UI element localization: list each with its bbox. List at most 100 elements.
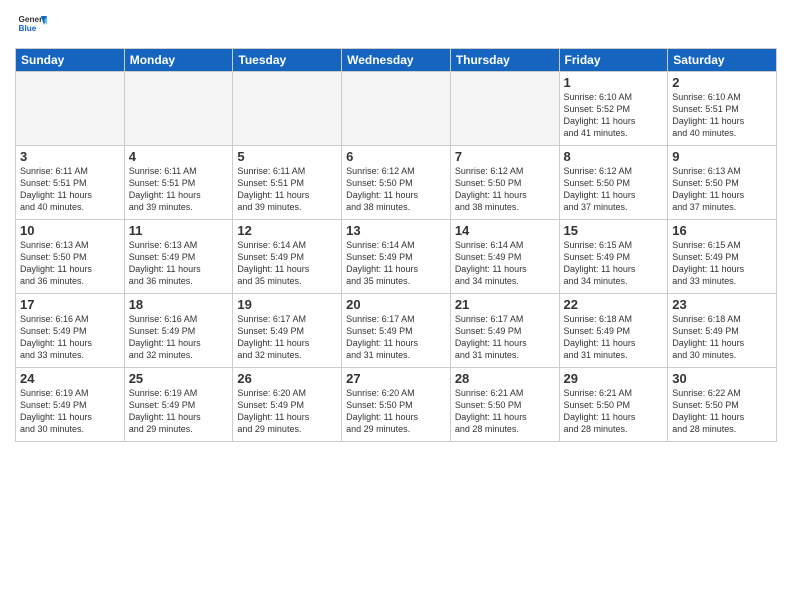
column-header-tuesday: Tuesday bbox=[233, 49, 342, 72]
calendar-cell: 17Sunrise: 6:16 AM Sunset: 5:49 PM Dayli… bbox=[16, 294, 125, 368]
calendar-week-1: 1Sunrise: 6:10 AM Sunset: 5:52 PM Daylig… bbox=[16, 72, 777, 146]
day-number: 10 bbox=[20, 223, 120, 238]
calendar-cell bbox=[233, 72, 342, 146]
calendar-week-2: 3Sunrise: 6:11 AM Sunset: 5:51 PM Daylig… bbox=[16, 146, 777, 220]
calendar-cell: 14Sunrise: 6:14 AM Sunset: 5:49 PM Dayli… bbox=[450, 220, 559, 294]
calendar-cell bbox=[124, 72, 233, 146]
calendar-cell: 1Sunrise: 6:10 AM Sunset: 5:52 PM Daylig… bbox=[559, 72, 668, 146]
calendar-cell: 28Sunrise: 6:21 AM Sunset: 5:50 PM Dayli… bbox=[450, 368, 559, 442]
day-number: 27 bbox=[346, 371, 446, 386]
cell-details: Sunrise: 6:14 AM Sunset: 5:49 PM Dayligh… bbox=[237, 239, 337, 288]
logo: General Blue bbox=[15, 10, 47, 40]
day-number: 11 bbox=[129, 223, 229, 238]
calendar-cell: 2Sunrise: 6:10 AM Sunset: 5:51 PM Daylig… bbox=[668, 72, 777, 146]
day-number: 13 bbox=[346, 223, 446, 238]
day-number: 16 bbox=[672, 223, 772, 238]
cell-details: Sunrise: 6:16 AM Sunset: 5:49 PM Dayligh… bbox=[20, 313, 120, 362]
day-number: 2 bbox=[672, 75, 772, 90]
cell-details: Sunrise: 6:19 AM Sunset: 5:49 PM Dayligh… bbox=[129, 387, 229, 436]
day-number: 26 bbox=[237, 371, 337, 386]
calendar-cell: 5Sunrise: 6:11 AM Sunset: 5:51 PM Daylig… bbox=[233, 146, 342, 220]
cell-details: Sunrise: 6:17 AM Sunset: 5:49 PM Dayligh… bbox=[237, 313, 337, 362]
column-header-sunday: Sunday bbox=[16, 49, 125, 72]
cell-details: Sunrise: 6:11 AM Sunset: 5:51 PM Dayligh… bbox=[20, 165, 120, 214]
day-number: 19 bbox=[237, 297, 337, 312]
day-number: 12 bbox=[237, 223, 337, 238]
page: General Blue SundayMondayTuesdayWednesda… bbox=[0, 0, 792, 612]
cell-details: Sunrise: 6:16 AM Sunset: 5:49 PM Dayligh… bbox=[129, 313, 229, 362]
calendar-cell: 27Sunrise: 6:20 AM Sunset: 5:50 PM Dayli… bbox=[342, 368, 451, 442]
cell-details: Sunrise: 6:13 AM Sunset: 5:49 PM Dayligh… bbox=[129, 239, 229, 288]
day-number: 3 bbox=[20, 149, 120, 164]
cell-details: Sunrise: 6:12 AM Sunset: 5:50 PM Dayligh… bbox=[455, 165, 555, 214]
calendar-cell: 9Sunrise: 6:13 AM Sunset: 5:50 PM Daylig… bbox=[668, 146, 777, 220]
cell-details: Sunrise: 6:10 AM Sunset: 5:52 PM Dayligh… bbox=[564, 91, 664, 140]
cell-details: Sunrise: 6:22 AM Sunset: 5:50 PM Dayligh… bbox=[672, 387, 772, 436]
day-number: 1 bbox=[564, 75, 664, 90]
calendar-week-5: 24Sunrise: 6:19 AM Sunset: 5:49 PM Dayli… bbox=[16, 368, 777, 442]
calendar-cell bbox=[342, 72, 451, 146]
calendar-cell bbox=[16, 72, 125, 146]
calendar-cell: 26Sunrise: 6:20 AM Sunset: 5:49 PM Dayli… bbox=[233, 368, 342, 442]
cell-details: Sunrise: 6:14 AM Sunset: 5:49 PM Dayligh… bbox=[346, 239, 446, 288]
column-header-friday: Friday bbox=[559, 49, 668, 72]
day-number: 7 bbox=[455, 149, 555, 164]
svg-text:Blue: Blue bbox=[19, 24, 37, 33]
cell-details: Sunrise: 6:13 AM Sunset: 5:50 PM Dayligh… bbox=[672, 165, 772, 214]
cell-details: Sunrise: 6:21 AM Sunset: 5:50 PM Dayligh… bbox=[564, 387, 664, 436]
cell-details: Sunrise: 6:12 AM Sunset: 5:50 PM Dayligh… bbox=[564, 165, 664, 214]
calendar-cell: 11Sunrise: 6:13 AM Sunset: 5:49 PM Dayli… bbox=[124, 220, 233, 294]
column-header-saturday: Saturday bbox=[668, 49, 777, 72]
day-number: 18 bbox=[129, 297, 229, 312]
calendar-cell bbox=[450, 72, 559, 146]
day-number: 28 bbox=[455, 371, 555, 386]
calendar-cell: 29Sunrise: 6:21 AM Sunset: 5:50 PM Dayli… bbox=[559, 368, 668, 442]
calendar-week-4: 17Sunrise: 6:16 AM Sunset: 5:49 PM Dayli… bbox=[16, 294, 777, 368]
cell-details: Sunrise: 6:10 AM Sunset: 5:51 PM Dayligh… bbox=[672, 91, 772, 140]
cell-details: Sunrise: 6:19 AM Sunset: 5:49 PM Dayligh… bbox=[20, 387, 120, 436]
cell-details: Sunrise: 6:20 AM Sunset: 5:50 PM Dayligh… bbox=[346, 387, 446, 436]
day-number: 15 bbox=[564, 223, 664, 238]
calendar-week-3: 10Sunrise: 6:13 AM Sunset: 5:50 PM Dayli… bbox=[16, 220, 777, 294]
day-number: 14 bbox=[455, 223, 555, 238]
day-number: 9 bbox=[672, 149, 772, 164]
calendar-cell: 22Sunrise: 6:18 AM Sunset: 5:49 PM Dayli… bbox=[559, 294, 668, 368]
day-number: 24 bbox=[20, 371, 120, 386]
calendar-cell: 30Sunrise: 6:22 AM Sunset: 5:50 PM Dayli… bbox=[668, 368, 777, 442]
day-number: 20 bbox=[346, 297, 446, 312]
cell-details: Sunrise: 6:15 AM Sunset: 5:49 PM Dayligh… bbox=[672, 239, 772, 288]
cell-details: Sunrise: 6:21 AM Sunset: 5:50 PM Dayligh… bbox=[455, 387, 555, 436]
calendar-cell: 4Sunrise: 6:11 AM Sunset: 5:51 PM Daylig… bbox=[124, 146, 233, 220]
cell-details: Sunrise: 6:15 AM Sunset: 5:49 PM Dayligh… bbox=[564, 239, 664, 288]
day-number: 22 bbox=[564, 297, 664, 312]
header: General Blue bbox=[15, 10, 777, 40]
calendar-cell: 19Sunrise: 6:17 AM Sunset: 5:49 PM Dayli… bbox=[233, 294, 342, 368]
cell-details: Sunrise: 6:20 AM Sunset: 5:49 PM Dayligh… bbox=[237, 387, 337, 436]
logo-icon: General Blue bbox=[17, 10, 47, 40]
calendar-cell: 15Sunrise: 6:15 AM Sunset: 5:49 PM Dayli… bbox=[559, 220, 668, 294]
cell-details: Sunrise: 6:18 AM Sunset: 5:49 PM Dayligh… bbox=[672, 313, 772, 362]
calendar-cell: 16Sunrise: 6:15 AM Sunset: 5:49 PM Dayli… bbox=[668, 220, 777, 294]
calendar-table: SundayMondayTuesdayWednesdayThursdayFrid… bbox=[15, 48, 777, 442]
day-number: 21 bbox=[455, 297, 555, 312]
calendar-cell: 10Sunrise: 6:13 AM Sunset: 5:50 PM Dayli… bbox=[16, 220, 125, 294]
calendar-cell: 7Sunrise: 6:12 AM Sunset: 5:50 PM Daylig… bbox=[450, 146, 559, 220]
calendar-cell: 3Sunrise: 6:11 AM Sunset: 5:51 PM Daylig… bbox=[16, 146, 125, 220]
calendar-cell: 6Sunrise: 6:12 AM Sunset: 5:50 PM Daylig… bbox=[342, 146, 451, 220]
day-number: 6 bbox=[346, 149, 446, 164]
calendar-cell: 8Sunrise: 6:12 AM Sunset: 5:50 PM Daylig… bbox=[559, 146, 668, 220]
calendar-cell: 20Sunrise: 6:17 AM Sunset: 5:49 PM Dayli… bbox=[342, 294, 451, 368]
calendar-cell: 23Sunrise: 6:18 AM Sunset: 5:49 PM Dayli… bbox=[668, 294, 777, 368]
calendar-cell: 13Sunrise: 6:14 AM Sunset: 5:49 PM Dayli… bbox=[342, 220, 451, 294]
day-number: 17 bbox=[20, 297, 120, 312]
cell-details: Sunrise: 6:11 AM Sunset: 5:51 PM Dayligh… bbox=[129, 165, 229, 214]
column-header-thursday: Thursday bbox=[450, 49, 559, 72]
cell-details: Sunrise: 6:11 AM Sunset: 5:51 PM Dayligh… bbox=[237, 165, 337, 214]
calendar-cell: 25Sunrise: 6:19 AM Sunset: 5:49 PM Dayli… bbox=[124, 368, 233, 442]
cell-details: Sunrise: 6:13 AM Sunset: 5:50 PM Dayligh… bbox=[20, 239, 120, 288]
day-number: 30 bbox=[672, 371, 772, 386]
column-header-monday: Monday bbox=[124, 49, 233, 72]
day-number: 29 bbox=[564, 371, 664, 386]
day-number: 23 bbox=[672, 297, 772, 312]
cell-details: Sunrise: 6:17 AM Sunset: 5:49 PM Dayligh… bbox=[455, 313, 555, 362]
